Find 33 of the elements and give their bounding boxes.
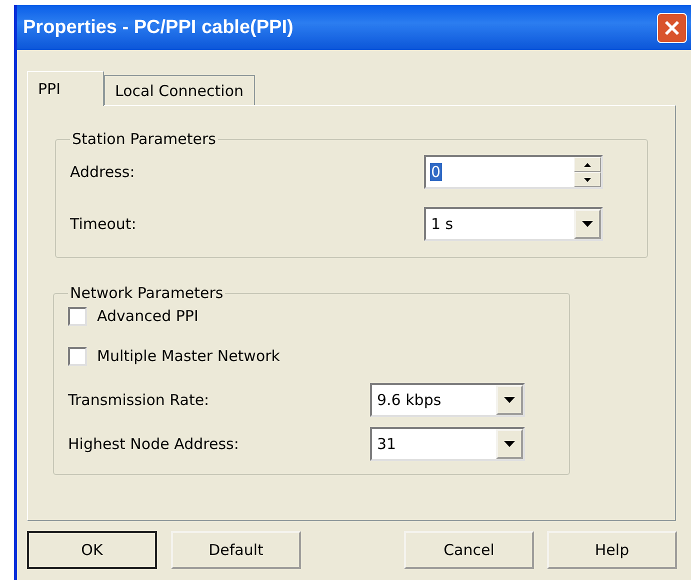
close-icon (664, 20, 680, 36)
group-title: Station Parameters (71, 130, 217, 148)
dialog-button[interactable]: Default (171, 531, 301, 569)
down-arrow-icon (584, 178, 591, 182)
dialog-button[interactable]: Help (547, 531, 677, 569)
dropdown-button[interactable] (496, 429, 523, 459)
down-arrow-icon (582, 221, 593, 227)
field-label: Address: (70, 163, 135, 181)
dropdown-button[interactable] (496, 385, 523, 415)
checkbox[interactable] (68, 306, 87, 326)
up-arrow-icon (584, 162, 591, 166)
close-button[interactable] (657, 12, 687, 42)
field-label: Highest Node Address: (68, 435, 239, 453)
tab[interactable]: PPI (27, 71, 104, 106)
spin-up-button[interactable] (574, 157, 601, 172)
number-spinner[interactable]: 0 (424, 155, 603, 189)
dropdown-button[interactable] (574, 209, 601, 239)
tab[interactable]: Local Connection (104, 75, 255, 105)
dialog-button[interactable]: Cancel (404, 531, 534, 569)
dialog-button[interactable]: OK (27, 531, 157, 569)
checkbox-label: Advanced PPI (97, 307, 198, 325)
spin-down-button[interactable] (574, 172, 601, 187)
group-title: Network Parameters (69, 284, 224, 302)
checkbox[interactable] (68, 346, 87, 366)
field-label: Transmission Rate: (68, 391, 210, 409)
dropdown[interactable]: 9.6 kbps (370, 383, 525, 417)
down-arrow-icon (504, 441, 515, 447)
dropdown[interactable]: 31 (370, 427, 525, 461)
field-label: Timeout: (70, 215, 136, 233)
dropdown[interactable]: 1 s (424, 207, 603, 241)
down-arrow-icon (504, 397, 515, 403)
window-title: Properties - PC/PPI cable(PPI) (23, 16, 294, 38)
checkbox-label: Multiple Master Network (97, 347, 280, 365)
